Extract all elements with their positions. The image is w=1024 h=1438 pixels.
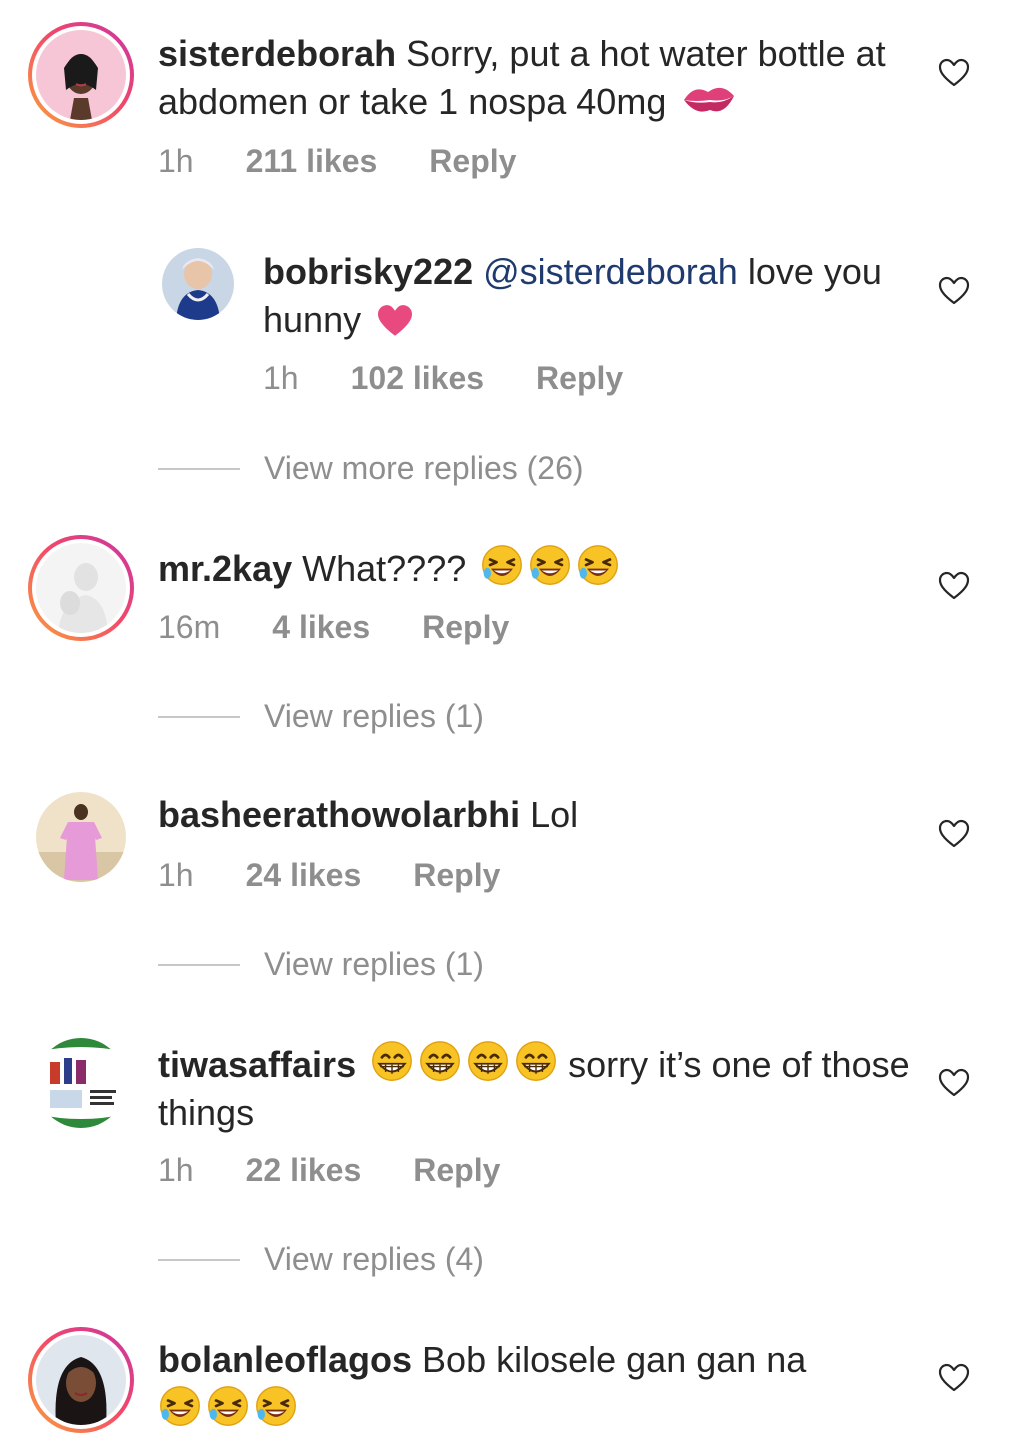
laughing-face-icon (480, 543, 524, 587)
timestamp: 1h (158, 143, 194, 179)
username[interactable]: mr.2kay (158, 548, 292, 589)
comment-body: What???? (292, 548, 467, 589)
likes-count[interactable]: 102 likes (351, 358, 484, 398)
view-more-replies-button[interactable]: View more replies (26) (158, 450, 584, 487)
view-replies-label: View replies (4) (264, 1241, 484, 1277)
kiss-mark-icon (684, 87, 735, 112)
comment-text: mr.2kay What???? (158, 543, 918, 593)
reply-button[interactable]: Reply (422, 607, 509, 647)
laughing-face-icon (576, 543, 620, 587)
divider-line (158, 1258, 240, 1261)
view-replies-label: View more replies (26) (264, 450, 584, 486)
comment-text: basheerathowolarbhi Lol (158, 791, 918, 839)
avatar[interactable] (36, 792, 126, 882)
laughing-face-icon (528, 543, 572, 587)
timestamp: 1h (158, 1152, 194, 1188)
like-heart-icon[interactable] (938, 1068, 970, 1098)
reply-button[interactable]: Reply (429, 141, 516, 181)
reply-button[interactable]: Reply (536, 358, 623, 398)
username[interactable]: sisterdeborah (158, 33, 396, 74)
comment-meta: 1h 211 likes Reply (158, 141, 516, 181)
likes-count[interactable]: 211 likes (246, 141, 378, 181)
timestamp: 1h (158, 857, 194, 893)
comment-body: Lol (520, 794, 579, 835)
user-avatar-icon (162, 248, 234, 320)
comment-body: Bob kilosele gan gan na (412, 1339, 807, 1380)
like-heart-icon[interactable] (938, 276, 970, 306)
view-replies-label: View replies (1) (264, 698, 484, 734)
avatar[interactable] (36, 1038, 126, 1128)
comment-meta: 1h 22 likes Reply (158, 1150, 500, 1190)
grinning-face-icon (370, 1039, 414, 1083)
laughing-face-icon (254, 1384, 298, 1428)
reply-button[interactable]: Reply (413, 1150, 500, 1190)
divider-line (158, 715, 240, 718)
user-avatar-icon (36, 1038, 126, 1128)
user-avatar-icon (36, 543, 126, 633)
user-avatar-icon (36, 30, 126, 120)
reply-button[interactable]: Reply (413, 855, 500, 895)
comment-text: sisterdeborah Sorry, put a hot water bot… (158, 30, 918, 126)
likes-count[interactable]: 24 likes (246, 855, 362, 895)
like-heart-icon[interactable] (938, 1363, 970, 1393)
like-heart-icon[interactable] (938, 571, 970, 601)
comment-text: tiwasaffairs sorry it’s one of those thi… (158, 1039, 918, 1137)
likes-count[interactable]: 22 likes (246, 1150, 362, 1190)
grinning-face-icon (514, 1039, 558, 1083)
username[interactable]: bolanleoflagos (158, 1339, 412, 1380)
likes-count[interactable]: 4 likes (272, 607, 370, 647)
username[interactable]: basheerathowolarbhi (158, 794, 520, 835)
comment-meta: 16m 4 likes Reply (158, 607, 509, 647)
laughing-face-icon (206, 1384, 250, 1428)
user-avatar-icon (36, 1335, 126, 1425)
pink-heart-icon (378, 305, 413, 336)
grinning-face-icon (466, 1039, 510, 1083)
like-heart-icon[interactable] (938, 58, 970, 88)
comment-meta: 1h 102 likes Reply (263, 358, 623, 398)
comment-text: bobrisky222 @sisterdeborah love you hunn… (263, 248, 923, 344)
laughing-face-icon (158, 1384, 202, 1428)
view-replies-button[interactable]: View replies (1) (158, 698, 484, 735)
timestamp: 1h (263, 360, 299, 396)
like-heart-icon[interactable] (938, 819, 970, 849)
timestamp: 16m (158, 609, 221, 645)
avatar[interactable] (28, 1327, 134, 1433)
grinning-face-icon (418, 1039, 462, 1083)
view-replies-button[interactable]: View replies (4) (158, 1241, 484, 1278)
avatar[interactable] (162, 248, 234, 320)
comment-text: bolanleoflagos Bob kilosele gan gan na (158, 1336, 918, 1434)
view-replies-label: View replies (1) (264, 946, 484, 982)
username[interactable]: bobrisky222 (263, 251, 473, 292)
username[interactable]: tiwasaffairs (158, 1044, 356, 1085)
divider-line (158, 963, 240, 966)
view-replies-button[interactable]: View replies (1) (158, 946, 484, 983)
divider-line (158, 467, 240, 470)
user-avatar-icon (36, 792, 126, 882)
comment-meta: 1h 24 likes Reply (158, 855, 500, 895)
avatar[interactable] (28, 535, 134, 641)
mention-link[interactable]: @sisterdeborah (473, 251, 738, 292)
avatar[interactable] (28, 22, 134, 128)
